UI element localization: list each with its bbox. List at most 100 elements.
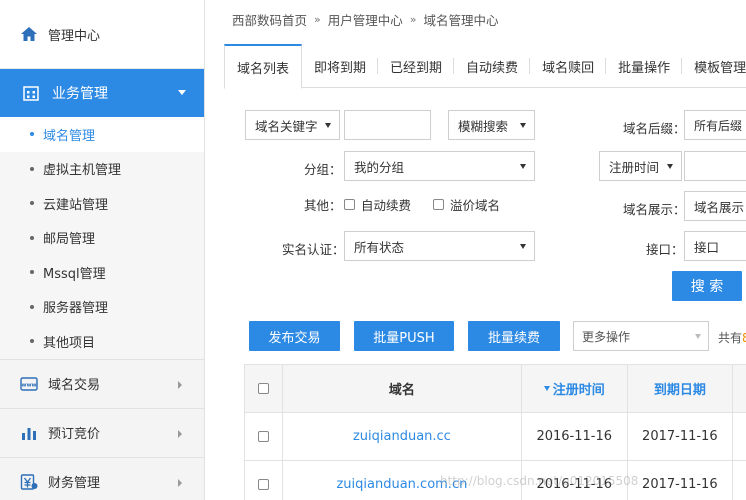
sidebar-subitem-label: 服务器管理 [43, 301, 109, 317]
sidebar-item-label: 管理中心 [48, 28, 101, 44]
interface-label: 接口： [646, 242, 684, 257]
row-checkbox[interactable] [257, 479, 269, 490]
chevron-right-icon [178, 429, 182, 438]
chevron-right-icon [178, 478, 182, 487]
breadcrumb-user-center[interactable]: 用户管理中心 [328, 10, 403, 29]
total-count: 共有8 [718, 329, 746, 346]
tab-redemption[interactable]: 域名赎回 [530, 44, 607, 88]
sidebar-subitem-mssql[interactable]: Mssql管理 [0, 255, 204, 290]
group-label: 分组： [304, 162, 342, 177]
tab-expired[interactable]: 已经到期 [378, 44, 455, 88]
domain-cell: zuiqianduan.com.cn [283, 461, 522, 500]
table-row: zuiqianduan.com.cn 2016-11-16 2017-11-16 [245, 461, 746, 500]
sidebar-subitem-virtual-host[interactable]: 虚拟主机管理 [0, 151, 204, 186]
tab-batch-ops[interactable]: 批量操作 [606, 44, 683, 88]
tab-domain-list[interactable]: 域名列表 [224, 44, 303, 89]
main-content: 西部数码首页 » 用户管理中心 » 域名管理中心 域名列表 即将到期 已经到期 … [206, 0, 746, 500]
exp-date-cell: 2017-11-16 [628, 413, 734, 460]
tab-auto-renew[interactable]: 自动续费 [454, 44, 531, 88]
money-icon [20, 473, 38, 491]
sidebar-group-label: 域名交易 [48, 378, 101, 393]
checkbox-label: 溢价域名 [450, 198, 501, 213]
sidebar: 管理中心 业务管理 域名管理 虚拟主机管理 云建站管理 邮局管理 Mssql管理… [0, 0, 205, 500]
select-value: 接口 [694, 239, 720, 255]
publish-trade-button[interactable]: 发布交易 [249, 321, 340, 351]
select-all-cell [245, 365, 283, 412]
suffix-select[interactable]: 所有后缀 [684, 110, 746, 140]
select-value: 更多操作 [582, 329, 631, 344]
breadcrumb: 西部数码首页 » 用户管理中心 » 域名管理中心 [206, 0, 746, 38]
select-value: 所有状态 [354, 239, 405, 255]
select-all-checkbox[interactable] [257, 383, 269, 394]
breadcrumb-domain-center: 域名管理中心 [423, 12, 499, 28]
time-input[interactable] [684, 151, 746, 181]
table-row: zuiqianduan.cc 2016-11-16 2017-11-16 [245, 413, 746, 461]
sidebar-subitem-label: Mssql管理 [43, 266, 106, 282]
sidebar-group-finance[interactable]: 财务管理 [0, 456, 204, 500]
bullet-icon [30, 339, 34, 344]
header-reg-time[interactable]: 注册时间 [522, 365, 628, 412]
sidebar-item-management-center[interactable]: 管理中心 [0, 0, 204, 69]
match-mode-select[interactable]: 模糊搜索 [448, 110, 535, 140]
realname-label: 实名认证： [282, 242, 345, 257]
row-select-cell [245, 461, 283, 500]
header-domain[interactable]: 域名 [283, 365, 522, 412]
keyword-type-select[interactable]: 域名关键字 [245, 110, 340, 140]
more-cell [733, 413, 746, 460]
interface-select[interactable]: 接口 [684, 231, 746, 261]
bullet-icon [30, 132, 34, 137]
sidebar-group-domain-trading[interactable]: www 域名交易 [0, 358, 204, 408]
table-header-row: 域名 注册时间 到期日期 [245, 365, 746, 413]
dropdown-arrow-icon [695, 334, 701, 339]
keyword-input[interactable] [344, 110, 431, 140]
bullet-icon [30, 166, 34, 171]
sidebar-subitem-label: 邮局管理 [43, 232, 96, 248]
bullet-icon [30, 201, 34, 206]
suffix-label: 域名后缀： [623, 121, 686, 136]
row-select-cell [245, 413, 283, 460]
tab-templates[interactable]: 模板管理 [682, 44, 746, 88]
sidebar-subitem-cloud-site[interactable]: 云建站管理 [0, 186, 204, 221]
sidebar-subitem-label: 云建站管理 [43, 197, 109, 213]
premium-domain-checkbox[interactable]: 溢价域名 [433, 195, 500, 214]
tab-expiring-soon[interactable]: 即将到期 [302, 44, 379, 88]
header-exp-date[interactable]: 到期日期 [628, 365, 734, 412]
domain-link[interactable]: zuiqianduan.cc [353, 429, 451, 444]
sidebar-subitem-mail[interactable]: 邮局管理 [0, 220, 204, 255]
bar-chart-icon [20, 424, 38, 442]
total-number: 8 [742, 331, 746, 345]
select-value: 所有后缀 [694, 118, 743, 133]
sidebar-group-label: 业务管理 [52, 86, 108, 102]
sidebar-subitem-server[interactable]: 服务器管理 [0, 289, 204, 324]
sidebar-group-bidding[interactable]: 预订竞价 [0, 407, 204, 457]
row-checkbox[interactable] [257, 431, 269, 442]
sidebar-subitem-other[interactable]: 其他项目 [0, 324, 204, 359]
batch-push-button[interactable]: 批量PUSH [354, 321, 454, 351]
bullet-icon [30, 235, 34, 240]
sidebar-subitem-label: 其他项目 [43, 335, 96, 351]
exp-date-cell: 2017-11-16 [628, 461, 734, 500]
more-cell [733, 461, 746, 500]
sidebar-group-business-management[interactable]: 业务管理 [0, 69, 204, 117]
sort-desc-icon [543, 386, 550, 391]
total-prefix: 共有 [718, 331, 743, 345]
domain-table: 域名 注册时间 到期日期 zuiqianduan.cc 2016-11-16 2… [244, 364, 746, 500]
more-operations-select[interactable]: 更多操作 [573, 321, 709, 351]
breadcrumb-home[interactable]: 西部数码首页 [232, 10, 307, 29]
auto-renew-checkbox[interactable]: 自动续费 [344, 195, 411, 214]
group-select[interactable]: 我的分组 [344, 151, 535, 181]
realname-select[interactable]: 所有状态 [344, 231, 535, 261]
time-type-select[interactable]: 注册时间 [599, 151, 682, 181]
sidebar-subitem-domain-management[interactable]: 域名管理 [0, 117, 204, 152]
batch-renew-button[interactable]: 批量续费 [468, 321, 560, 351]
sidebar-subitem-label: 域名管理 [43, 128, 96, 144]
tab-bar: 域名列表 即将到期 已经到期 自动续费 域名赎回 批量操作 模板管理 [224, 44, 746, 89]
breadcrumb-separator-icon: » [314, 12, 321, 26]
domain-link[interactable]: zuiqianduan.com.cn [336, 477, 467, 492]
sidebar-subitem-label: 虚拟主机管理 [43, 163, 122, 179]
search-button[interactable]: 搜 索 [672, 271, 742, 301]
calendar-grid-icon [22, 84, 40, 102]
dropdown-arrow-icon [667, 164, 673, 169]
sidebar-group-label: 预订竞价 [48, 427, 101, 442]
display-select[interactable]: 域名展示 [684, 191, 746, 221]
